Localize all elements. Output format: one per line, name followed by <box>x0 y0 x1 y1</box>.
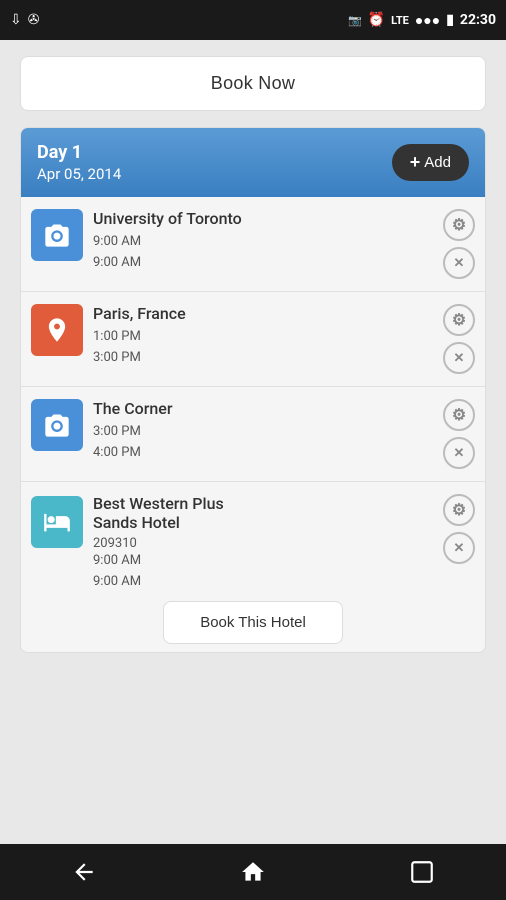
itinerary-card: Day 1 Apr 05, 2014 + Add University of T… <box>20 127 486 653</box>
book-now-button[interactable]: Book Now <box>20 56 486 111</box>
location-icon <box>43 316 71 344</box>
add-button[interactable]: + Add <box>392 144 469 181</box>
list-item: University of Toronto 9:00 AM9:00 AM <box>21 197 485 292</box>
list-item: Paris, France 1:00 PM3:00 PM <box>21 292 485 387</box>
item-icon-hotel <box>31 496 83 548</box>
item-actions <box>443 304 475 374</box>
settings-button[interactable] <box>443 399 475 431</box>
item-name: University of Toronto <box>93 209 435 228</box>
status-bar: ⇩ ✇ 📷 ⏰ LTE ●●● ▮ 22:30 <box>0 0 506 40</box>
item-actions <box>443 494 475 564</box>
remove-button[interactable] <box>443 342 475 374</box>
item-times: 3:00 PM4:00 PM <box>93 422 435 464</box>
item-times: 9:00 AM9:00 AM <box>93 232 435 274</box>
item-info: University of Toronto 9:00 AM9:00 AM <box>93 209 435 274</box>
download-icon: ⇩ <box>10 12 22 28</box>
book-hotel-button[interactable]: Book This Hotel <box>163 601 343 644</box>
camera-icon <box>43 221 71 249</box>
item-info: Paris, France 1:00 PM3:00 PM <box>93 304 435 369</box>
item-info: The Corner 3:00 PM4:00 PM <box>93 399 435 464</box>
item-times: 1:00 PM3:00 PM <box>93 327 435 369</box>
settings-button[interactable] <box>443 494 475 526</box>
list-item: The Corner 3:00 PM4:00 PM <box>21 387 485 482</box>
recent-icon <box>409 859 435 885</box>
signal-icon: ●●● <box>415 12 440 29</box>
main-area: Book Now Day 1 Apr 05, 2014 + Add Univer… <box>0 40 506 860</box>
camera-icon <box>43 411 71 439</box>
item-actions <box>443 399 475 469</box>
lte-icon: LTE <box>391 14 409 27</box>
item-name: Best Western PlusSands Hotel <box>93 494 435 532</box>
back-button[interactable] <box>54 852 114 892</box>
status-bar-left-icons: ⇩ ✇ <box>10 12 39 28</box>
alarm-icon: ⏰ <box>368 12 385 28</box>
back-icon <box>71 859 97 885</box>
item-info: Best Western PlusSands Hotel 209310 9:00… <box>93 494 435 593</box>
add-label: Add <box>424 154 451 171</box>
time-display: 22:30 <box>460 12 496 28</box>
item-icon-camera <box>31 399 83 451</box>
battery-icon: ▮ <box>446 12 454 28</box>
day-label: Day 1 <box>37 142 121 163</box>
remove-button[interactable] <box>443 247 475 279</box>
hotel-icon <box>43 508 71 536</box>
remove-button[interactable] <box>443 437 475 469</box>
day-header-text: Day 1 Apr 05, 2014 <box>37 142 121 183</box>
list-item: Best Western PlusSands Hotel 209310 9:00… <box>21 482 485 652</box>
hotel-code: 209310 <box>93 536 435 551</box>
settings-button[interactable] <box>443 304 475 336</box>
item-icon-location <box>31 304 83 356</box>
home-icon <box>240 859 266 885</box>
day-date: Apr 05, 2014 <box>37 165 121 183</box>
item-actions <box>443 209 475 279</box>
item-name: The Corner <box>93 399 435 418</box>
recent-apps-button[interactable] <box>392 852 452 892</box>
plus-icon: + <box>410 152 421 173</box>
item-name: Paris, France <box>93 304 435 323</box>
home-button[interactable] <box>223 852 283 892</box>
image-icon: ✇ <box>28 12 40 28</box>
day-header: Day 1 Apr 05, 2014 + Add <box>21 128 485 197</box>
status-bar-right-icons: 📷 ⏰ LTE ●●● ▮ 22:30 <box>348 12 496 29</box>
settings-button[interactable] <box>443 209 475 241</box>
item-times: 9:00 AM9:00 AM <box>93 551 435 593</box>
item-icon-camera <box>31 209 83 261</box>
nav-bar <box>0 844 506 900</box>
remove-button[interactable] <box>443 532 475 564</box>
sim-icon: 📷 <box>348 14 362 27</box>
